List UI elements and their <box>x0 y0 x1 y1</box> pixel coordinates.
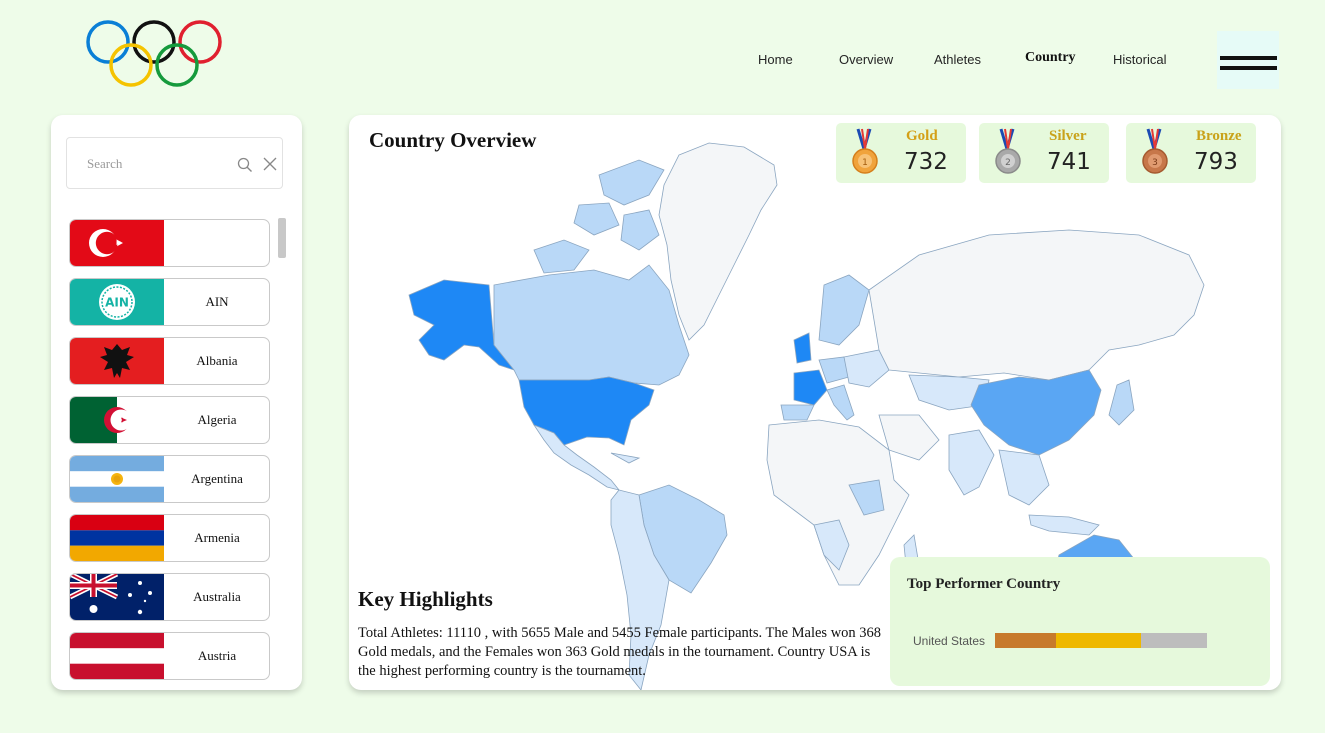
algeria-flag-icon <box>70 397 164 443</box>
list-item[interactable]: AIN AIN <box>69 278 270 326</box>
svg-text:AIN: AIN <box>105 296 129 310</box>
list-item[interactable] <box>69 219 270 267</box>
argentina-flag-icon <box>70 456 164 502</box>
list-item[interactable]: Australia <box>69 573 270 621</box>
country-list: AIN AIN Albania Algeria Argentina Armeni… <box>69 219 273 684</box>
spain-region <box>780 404 815 421</box>
country-name: Argentina <box>191 471 243 486</box>
italy-region <box>826 384 855 421</box>
top-performer-bar[interactable] <box>995 633 1207 648</box>
nav-historical[interactable]: Historical <box>1113 52 1166 67</box>
albania-flag-icon <box>70 338 164 384</box>
gold-medal-card: 1 Gold 732 <box>836 123 966 183</box>
china-region <box>970 369 1102 456</box>
search-input[interactable] <box>85 154 229 174</box>
close-icon[interactable] <box>263 157 277 171</box>
svg-text:2: 2 <box>1005 158 1011 168</box>
hamburger-menu-button[interactable] <box>1217 31 1279 89</box>
country-name: AIN <box>205 294 229 309</box>
uk-region <box>793 332 812 364</box>
usa-region <box>518 376 655 446</box>
main-navigation: Home Overview Athletes Country Historica… <box>0 50 1325 72</box>
nav-country[interactable]: Country <box>1025 50 1076 66</box>
bar-segment-silver[interactable] <box>1141 633 1207 648</box>
list-item[interactable]: Austria <box>69 632 270 680</box>
russia-region <box>868 229 1205 381</box>
france-region <box>793 369 828 406</box>
silver-label: Silver <box>1049 128 1087 144</box>
list-item[interactable]: Argentina <box>69 455 270 503</box>
country-sidebar: AIN AIN Albania Algeria <box>51 115 302 690</box>
top-performer-card: Top Performer Country United States <box>890 557 1270 686</box>
bronze-label: Bronze <box>1196 128 1242 144</box>
bronze-medal-card: 3 Bronze 793 <box>1126 123 1256 183</box>
austria-flag-icon <box>70 633 164 679</box>
bronze-medal-icon: 3 <box>1142 128 1168 174</box>
gold-label: Gold <box>906 128 938 144</box>
country-name <box>165 220 269 266</box>
ain-flag-icon: AIN <box>70 279 164 325</box>
search-box <box>66 137 283 189</box>
greenland-region <box>658 142 778 341</box>
country-name: Algeria <box>197 412 237 427</box>
armenia-flag-icon <box>70 515 164 561</box>
silver-count: 741 <box>1047 149 1091 175</box>
search-icon[interactable] <box>237 157 253 173</box>
country-name: Albania <box>196 353 238 368</box>
list-scrollbar[interactable] <box>278 218 286 258</box>
country-overview-panel: Country Overview 1 Gold 732 2 Silver 741 <box>349 115 1281 690</box>
nav-overview[interactable]: Overview <box>839 52 893 67</box>
gold-medal-icon: 1 <box>852 128 878 174</box>
svg-text:1: 1 <box>862 158 868 168</box>
bar-segment-gold[interactable] <box>1056 633 1141 648</box>
top-performer-title: Top Performer Country <box>907 576 1061 592</box>
turkey-flag-icon <box>70 220 164 266</box>
list-item[interactable]: Algeria <box>69 396 270 444</box>
bronze-count: 793 <box>1194 149 1238 175</box>
canada-region <box>493 264 690 386</box>
top-performer-country: United States <box>913 634 986 648</box>
gold-count: 732 <box>904 149 948 175</box>
list-item[interactable]: Albania <box>69 337 270 385</box>
country-name: Australia <box>193 589 241 604</box>
bar-segment-bronze[interactable] <box>995 633 1056 648</box>
country-name: Austria <box>197 648 237 663</box>
page-title: Country Overview <box>369 128 537 152</box>
nav-athletes[interactable]: Athletes <box>934 52 981 67</box>
key-highlights-title: Key Highlights <box>358 587 493 611</box>
silver-medal-icon: 2 <box>995 128 1021 174</box>
key-highlights-text: Total Athletes: 11110 , with 5655 Male a… <box>358 625 882 679</box>
list-item[interactable]: Armenia <box>69 514 270 562</box>
country-name: Armenia <box>194 530 240 545</box>
australia-flag-icon <box>70 574 164 620</box>
japan-region <box>1108 379 1135 426</box>
nav-home[interactable]: Home <box>758 52 793 67</box>
svg-text:3: 3 <box>1152 158 1158 168</box>
silver-medal-card: 2 Silver 741 <box>979 123 1109 183</box>
